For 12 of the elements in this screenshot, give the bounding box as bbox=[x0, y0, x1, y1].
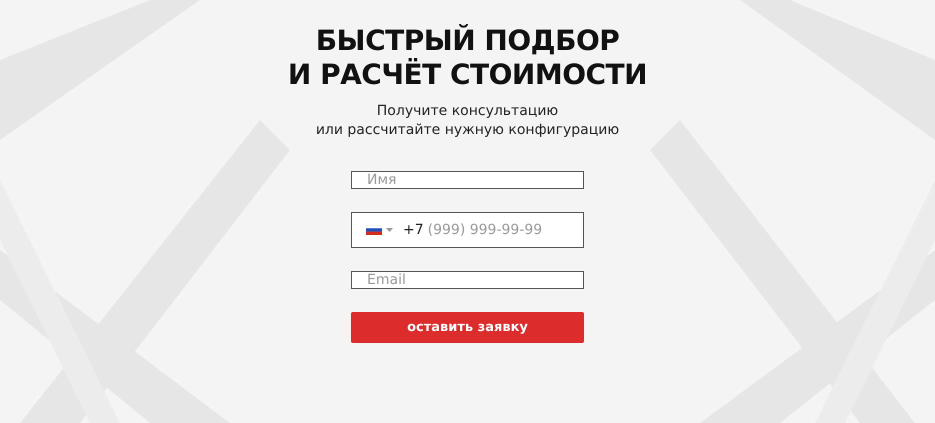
page-title: И РАСЧЁТ СТОИМОСТИ bbox=[288, 58, 648, 91]
email-field[interactable]: Email bbox=[351, 271, 584, 289]
name-field[interactable]: Имя bbox=[351, 171, 584, 189]
phone-number-input[interactable]: (999) 999-99-99 bbox=[428, 222, 568, 238]
flag-icon[interactable] bbox=[366, 225, 382, 235]
subtitle: или рассчитайте нужную конфигурацию bbox=[316, 122, 620, 138]
country-code: +7 bbox=[403, 222, 424, 238]
page-title: БЫСТРЫЙ ПОДБОР bbox=[316, 24, 620, 57]
submit-button[interactable]: оставить заявку bbox=[351, 312, 584, 343]
subtitle: Получите консультацию bbox=[376, 103, 558, 119]
caret-icon[interactable] bbox=[386, 228, 393, 232]
phone-field[interactable]: +7 (999) 999-99-99 bbox=[351, 212, 584, 248]
